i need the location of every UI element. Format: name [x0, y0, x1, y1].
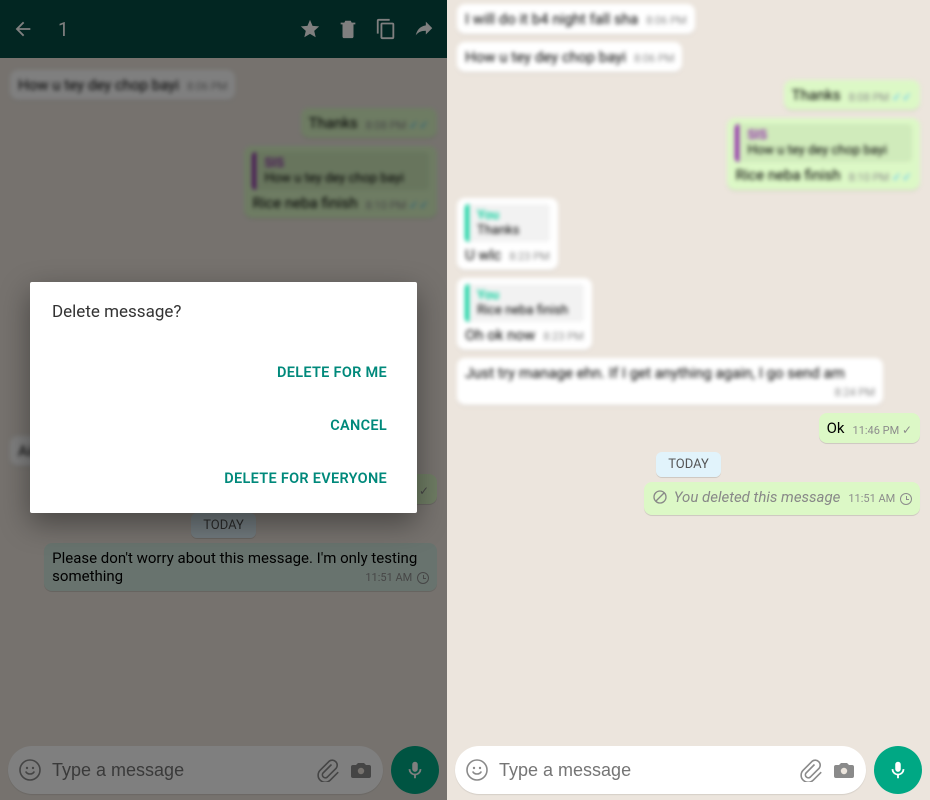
message-bubble[interactable]: Ok11:46 PM ✓: [819, 413, 920, 443]
cancel-button[interactable]: CANCEL: [322, 399, 395, 452]
delete-for-everyone-button[interactable]: DELETE FOR EVERYONE: [216, 452, 395, 505]
read-tick-icon: ✓✓: [892, 90, 912, 104]
delete-dialog: Delete message? DELETE FOR ME CANCEL DEL…: [30, 282, 417, 513]
dialog-title: Delete message?: [52, 302, 395, 322]
timestamp: 8:06 PM: [646, 14, 686, 27]
message-bubble[interactable]: YouRice neba finish Oh ok now8:23 PM: [457, 278, 592, 350]
timestamp: 8:23 PM: [509, 250, 549, 263]
deleted-message-bubble[interactable]: You deleted this message 11:51 AM: [644, 482, 920, 515]
right-screenshot: I will do it b4 night fall sha8:06 PM Ho…: [447, 0, 930, 800]
message-bubble[interactable]: YouThanks U wlc8:23 PM: [457, 198, 558, 270]
message-bubble[interactable]: How u tey dey chop bayi8:06 PM: [457, 42, 682, 72]
date-chip: TODAY: [457, 447, 920, 478]
pending-clock-icon: [900, 493, 912, 505]
timestamp: 8:06 PM: [634, 52, 674, 65]
timestamp: 11:51 AM: [848, 492, 912, 505]
delete-for-me-button[interactable]: DELETE FOR ME: [269, 346, 395, 399]
message-bubble[interactable]: SISHow u tey dey chop bayi Rice neba fin…: [727, 118, 920, 190]
timestamp: 8:10 PM ✓✓: [849, 170, 912, 184]
left-screenshot: 1 How u tey dey chop bayi8:06 PM Thanks8…: [0, 0, 447, 800]
timestamp: 8:08 PM ✓✓: [849, 90, 912, 104]
timestamp: 11:46 PM ✓: [853, 423, 912, 437]
chat-area-right: I will do it b4 night fall sha8:06 PM Ho…: [447, 0, 930, 742]
quoted-reply: SISHow u tey dey chop bayi: [735, 124, 912, 162]
quoted-reply: YouThanks: [465, 204, 550, 242]
attach-icon[interactable]: [798, 758, 822, 782]
message-bubble[interactable]: I will do it b4 night fall sha8:06 PM: [457, 4, 695, 34]
mic-button[interactable]: [874, 746, 922, 794]
input-pill[interactable]: [455, 746, 866, 794]
input-bar: [455, 746, 922, 794]
message-bubble[interactable]: Thanks8:08 PM ✓✓: [784, 80, 920, 110]
message-bubble[interactable]: Just try manage ehn. If I get anything a…: [457, 358, 883, 405]
read-tick-icon: ✓✓: [892, 170, 912, 184]
emoji-icon[interactable]: [465, 758, 489, 782]
timestamp: 8:23 PM: [543, 330, 583, 343]
sent-tick-icon: ✓: [902, 423, 912, 437]
quoted-reply: YouRice neba finish: [465, 284, 584, 322]
camera-icon[interactable]: [832, 758, 856, 782]
prohibited-icon: [652, 489, 668, 505]
message-input[interactable]: [499, 760, 788, 781]
timestamp: 8:24 PM: [834, 386, 874, 399]
